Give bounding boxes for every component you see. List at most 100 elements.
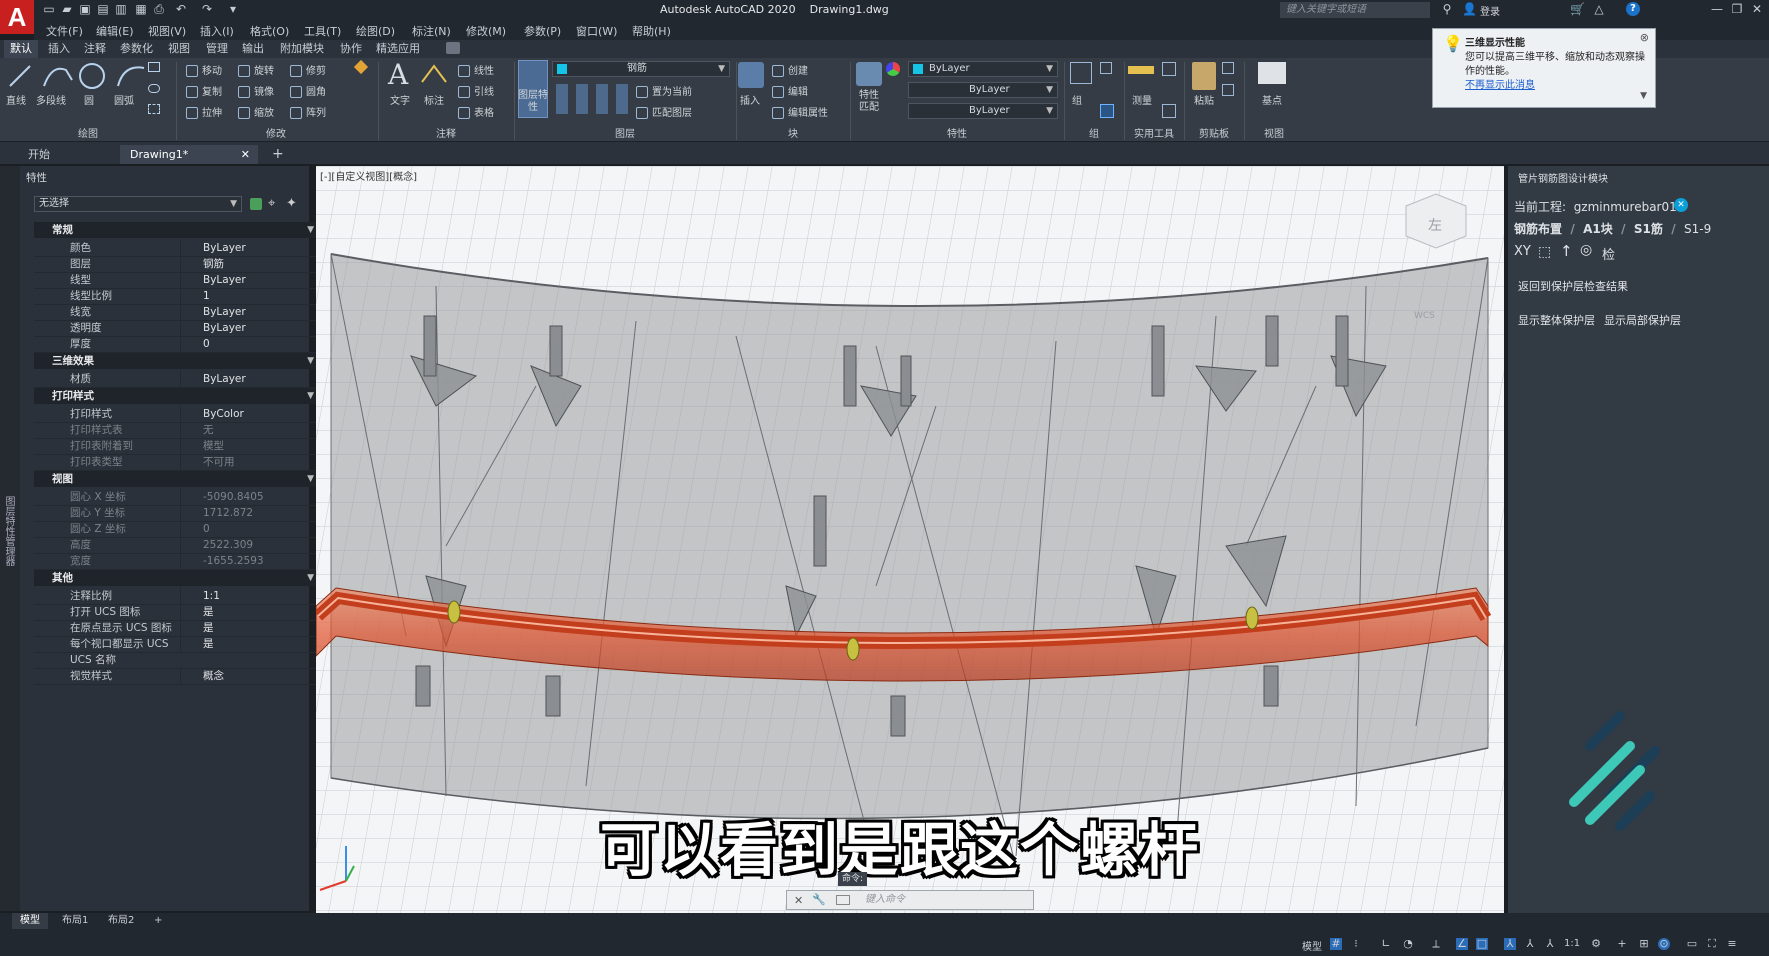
fillet-button[interactable]: 圆角 (290, 83, 326, 98)
grid-icon[interactable]: # (1330, 938, 1342, 950)
group-icon[interactable] (1070, 62, 1092, 84)
menu-parametric[interactable]: 参数(P) (524, 23, 561, 39)
polyline-button[interactable]: 多段线 (36, 92, 66, 107)
scale-button[interactable]: 缩放 (238, 104, 274, 119)
isodraft-icon[interactable]: ⟂ (1430, 938, 1442, 950)
customize-status-icon[interactable]: ≡ (1726, 938, 1738, 950)
save-as-icon[interactable]: ▤ (96, 2, 110, 16)
toggle-pickadd-icon[interactable] (250, 198, 262, 210)
tab-start[interactable]: 开始 (18, 145, 60, 164)
property-row[interactable]: 材质 ByLayer (34, 370, 320, 388)
quick-select-icon[interactable] (1162, 62, 1176, 76)
view-cube[interactable]: 左 (1405, 193, 1467, 249)
search-input[interactable]: 键入关键字或短语 (1280, 2, 1430, 18)
3d-cube-icon[interactable]: ⬚ (1538, 244, 1551, 260)
autocad-logo[interactable]: A (0, 0, 34, 34)
table-button[interactable]: 表格 (458, 104, 494, 119)
tab-drawing1[interactable]: Drawing1* ✕ (120, 145, 258, 164)
model-canvas[interactable]: 左 WCS (316, 166, 1504, 913)
drawing-viewport[interactable]: 左 WCS [-][自定义视图][概念] (316, 166, 1504, 913)
menu-edit[interactable]: 编辑(E) (96, 23, 134, 39)
edit-attributes-button[interactable]: 编辑属性 (772, 104, 828, 119)
copy-button[interactable]: 复制 (186, 83, 222, 98)
tab-layout1[interactable]: 布局1 (54, 913, 96, 929)
line-button[interactable]: 直线 (6, 92, 26, 107)
isolate-objects-icon[interactable]: ▭ (1686, 938, 1698, 950)
web-mobile-icon[interactable]: ▥ (114, 2, 128, 16)
layer-tools-icons[interactable] (556, 84, 630, 114)
property-value[interactable]: 概念 (180, 667, 320, 685)
insert-block-icon[interactable] (738, 62, 764, 88)
viewport-controls[interactable]: [-][自定义视图][概念] (320, 168, 417, 183)
units-icon[interactable]: ⊞ (1638, 938, 1650, 950)
layer-dropdown[interactable]: 钢筋 ▼ (552, 61, 730, 77)
stretch-button[interactable]: 拉伸 (186, 104, 222, 119)
ortho-icon[interactable]: ∟ (1380, 938, 1392, 950)
undo-icon[interactable]: ↶ (174, 2, 188, 16)
cart-icon[interactable]: 🛒 (1570, 2, 1585, 16)
selection-dropdown[interactable]: 无选择 ▼ (34, 196, 242, 212)
group-label-modify[interactable]: 修改 (176, 128, 376, 142)
quick-select-icon[interactable]: ✦ (286, 196, 297, 211)
base-view-icon[interactable] (1258, 62, 1286, 84)
menu-format[interactable]: 格式(O) (250, 23, 289, 39)
a360-icon[interactable]: △ (1592, 2, 1606, 16)
dimension-button[interactable]: 标注 (424, 92, 444, 107)
mirror-button[interactable]: 镜像 (238, 83, 274, 98)
tab-view[interactable]: 视图 (162, 40, 196, 58)
group-label-utilities[interactable]: 实用工具 (1124, 128, 1184, 142)
group-button[interactable]: 组 (1072, 92, 1082, 107)
group-label-annotation[interactable]: 注释 (378, 128, 514, 142)
crumb-a1[interactable]: A1块 (1583, 222, 1613, 236)
fullscreen-icon[interactable]: ⛶ (1706, 938, 1718, 950)
add-layout-icon[interactable]: + (146, 913, 170, 929)
new-file-icon[interactable]: ▭ (42, 2, 56, 16)
text-button[interactable]: 文字 (390, 92, 410, 107)
tab-manage[interactable]: 管理 (200, 40, 234, 58)
menu-view[interactable]: 视图(V) (148, 23, 186, 39)
color-wheel-icon[interactable] (886, 62, 900, 76)
check-button[interactable]: 检 (1602, 244, 1615, 263)
property-value[interactable]: 0 (180, 335, 320, 353)
property-value[interactable]: 不可用 (180, 453, 320, 471)
workspace-gear-icon[interactable]: ⚙ (1590, 938, 1602, 950)
group-label-draw[interactable]: 绘图 (0, 128, 176, 142)
group-select-icon[interactable] (1100, 104, 1114, 118)
close-icon[interactable]: ✕ (1750, 2, 1764, 16)
hardware-accel-icon[interactable]: ⊙ (1658, 938, 1670, 950)
property-row[interactable]: 宽度 -1655.2593 (34, 552, 320, 570)
group-label-groups[interactable]: 组 (1064, 128, 1124, 142)
menu-help[interactable]: 帮助(H) (632, 23, 671, 39)
group-label-view[interactable]: 视图 (1244, 128, 1304, 142)
match-layer-button[interactable]: 匹配图层 (636, 104, 692, 119)
open-file-icon[interactable]: ▰ (60, 2, 74, 16)
close-command-icon[interactable]: ✕ (794, 894, 803, 907)
group-label-properties[interactable]: 特性 (850, 128, 1064, 142)
object-snap-icon[interactable]: □ (1476, 938, 1488, 950)
tab-addins[interactable]: 附加模块 (274, 40, 330, 58)
array-button[interactable]: 阵列 (290, 104, 326, 119)
create-block-button[interactable]: 创建 (772, 62, 808, 77)
calculator-icon[interactable] (1162, 104, 1176, 118)
color-dropdown[interactable]: ByLayer ▼ (908, 61, 1058, 77)
annotation-monitor-icon[interactable]: + (1616, 938, 1628, 950)
show-local-cover-button[interactable]: 显示局部保护层 (1604, 312, 1681, 328)
tab-layout2[interactable]: 布局2 (100, 913, 142, 929)
make-current-button[interactable]: 置为当前 (636, 83, 692, 98)
wcs-label[interactable]: WCS (1414, 311, 1435, 321)
property-section[interactable]: 三维效果 ▼ (34, 353, 320, 369)
chevron-down-icon[interactable]: ▼ (1640, 89, 1647, 103)
arc-button[interactable]: 圆弧 (114, 92, 134, 107)
text-icon[interactable]: A (388, 58, 408, 91)
rectangle-icon[interactable] (148, 62, 160, 72)
linear-button[interactable]: 线性 (458, 62, 494, 77)
property-section[interactable]: 打印样式 ▼ (34, 388, 320, 404)
menu-modify[interactable]: 修改(M) (466, 23, 506, 39)
copy-clip-icon[interactable] (1222, 84, 1234, 96)
ungroup-icon[interactable] (1100, 62, 1112, 74)
menu-dimension[interactable]: 标注(N) (412, 23, 451, 39)
base-view-button[interactable]: 基点 (1262, 92, 1282, 107)
print-icon[interactable]: ⎙ (152, 2, 166, 16)
edit-block-button[interactable]: 编辑 (772, 83, 808, 98)
target-icon[interactable]: ◎ (1580, 242, 1592, 258)
